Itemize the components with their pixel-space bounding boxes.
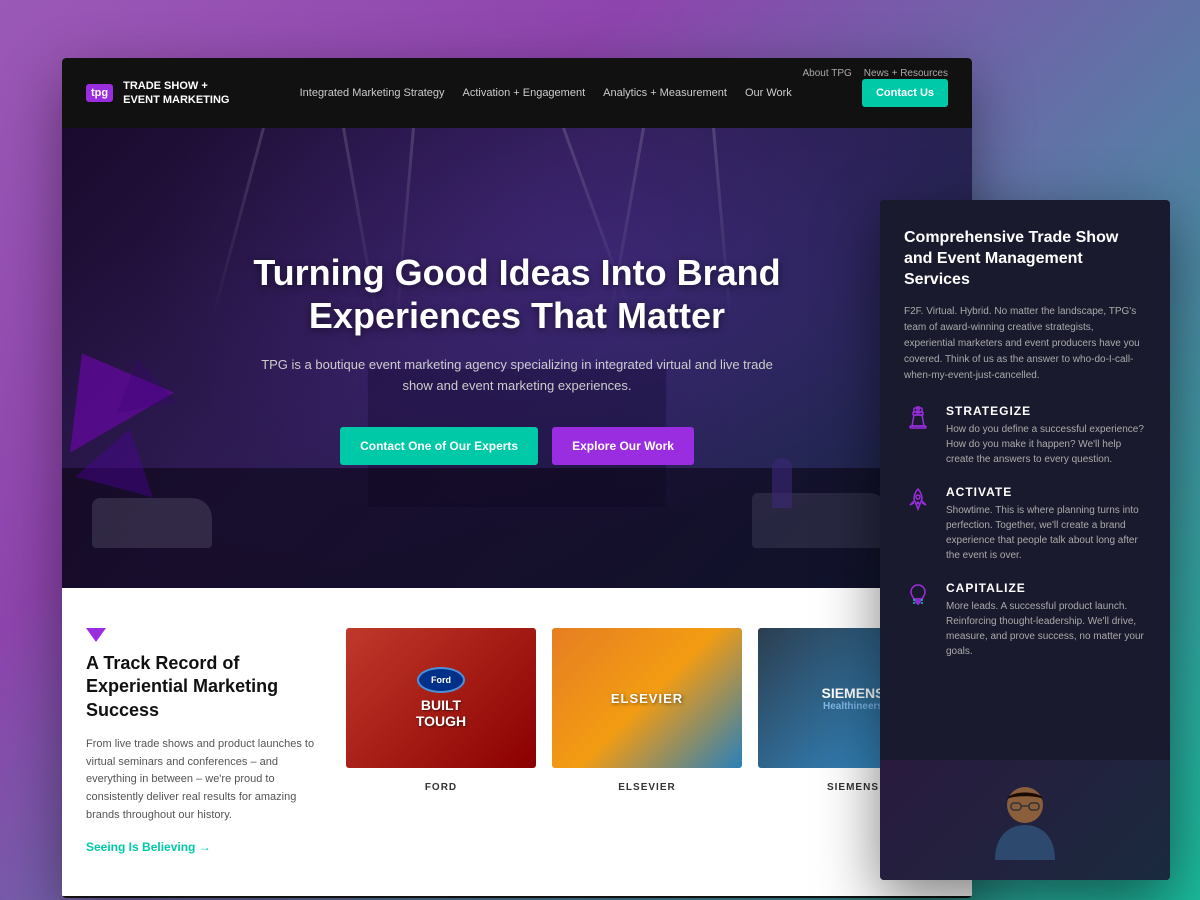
- siemens-brand-name: SIEMENS: [821, 685, 884, 701]
- capitalize-content: CAPITALIZE More leads. A successful prod…: [946, 581, 1146, 659]
- nav-link-marketing[interactable]: Integrated Marketing Strategy: [300, 87, 445, 99]
- rocket-icon: [904, 485, 932, 563]
- activate-content: ACTIVATE Showtime. This is where plannin…: [946, 485, 1146, 563]
- dark-bottom-bar: [62, 896, 972, 898]
- case-card-elsevier[interactable]: ELSEVIER ELSEVIER: [552, 628, 742, 856]
- elsevier-label: ELSEVIER: [618, 782, 675, 793]
- strategize-desc: How do you define a successful experienc…: [946, 422, 1146, 467]
- navigation-wrapper: About TPG News + Resources tpg TRADE SHO…: [62, 58, 972, 128]
- brand-name: TRADE SHOW + EVENT MARKETING: [123, 79, 229, 108]
- case-card-ford[interactable]: Ford BUILTTOUGH FORD: [346, 628, 536, 856]
- track-record-block: A Track Record of Experiential Marketing…: [86, 628, 326, 856]
- nav-link-ourwork[interactable]: Our Work: [745, 87, 792, 99]
- elsevier-text: ELSEVIER: [611, 691, 683, 706]
- track-record-title: A Track Record of Experiential Marketing…: [86, 652, 326, 722]
- logo-box: tpg: [86, 84, 113, 102]
- siemens-sub-name: Healthineers: [821, 701, 884, 712]
- lightbulb-icon: [904, 581, 932, 659]
- seeing-is-believing-link[interactable]: Seeing Is Believing →: [86, 840, 211, 854]
- track-record-desc: From live trade shows and product launch…: [86, 736, 326, 824]
- browser-window: About TPG News + Resources tpg TRADE SHO…: [62, 58, 972, 898]
- white-section: A Track Record of Experiential Marketing…: [62, 588, 972, 896]
- contact-us-button[interactable]: Contact Us: [862, 79, 948, 107]
- contact-experts-button[interactable]: Contact One of Our Experts: [340, 427, 538, 465]
- person-photo-svg: [975, 770, 1075, 870]
- nav-top-links: About TPG News + Resources: [803, 68, 949, 79]
- activate-svg: [906, 487, 930, 511]
- ford-tough-text: BUILTTOUGH: [416, 697, 466, 729]
- capitalize-name: CAPITALIZE: [946, 581, 1146, 595]
- activate-desc: Showtime. This is where planning turns i…: [946, 503, 1146, 563]
- nav-logo-area: tpg TRADE SHOW + EVENT MARKETING: [86, 79, 229, 108]
- hero-subtitle: TPG is a boutique event marketing agency…: [257, 355, 777, 397]
- nav-link-activation[interactable]: Activation + Engagement: [463, 87, 586, 99]
- siemens-brand-block: SIEMENS Healthineers: [821, 685, 884, 712]
- nav-links: Integrated Marketing Strategy Activation…: [300, 87, 792, 99]
- capitalize-desc: More leads. A successful product launch.…: [946, 599, 1146, 659]
- arrow-icon: [86, 628, 106, 642]
- capitalize-svg: [906, 583, 930, 607]
- explore-work-button[interactable]: Explore Our Work: [552, 427, 694, 465]
- hero-title: Turning Good Ideas Into Brand Experience…: [162, 251, 872, 337]
- service-activate: ACTIVATE Showtime. This is where plannin…: [904, 485, 1146, 563]
- elsevier-image: ELSEVIER: [552, 628, 742, 768]
- strategize-content: STRATEGIZE How do you define a successfu…: [946, 404, 1146, 467]
- about-tpg-link[interactable]: About TPG: [803, 68, 852, 79]
- strategize-name: STRATEGIZE: [946, 404, 1146, 418]
- activate-name: ACTIVATE: [946, 485, 1146, 499]
- ford-logo: Ford BUILTTOUGH: [416, 667, 466, 729]
- nav-link-analytics[interactable]: Analytics + Measurement: [603, 87, 727, 99]
- ford-label: FORD: [425, 782, 457, 793]
- ford-oval: Ford: [417, 667, 465, 693]
- service-capitalize: CAPITALIZE More leads. A successful prod…: [904, 581, 1146, 659]
- case-studies: Ford BUILTTOUGH FORD ELSEVIER ELSEVIER S…: [346, 628, 948, 856]
- siemens-label: SIEMENS: [827, 782, 879, 793]
- hero-section: Turning Good Ideas Into Brand Experience…: [62, 128, 972, 588]
- hero-buttons: Contact One of Our Experts Explore Our W…: [162, 427, 872, 465]
- hero-content: Turning Good Ideas Into Brand Experience…: [62, 251, 972, 465]
- ford-image: Ford BUILTTOUGH: [346, 628, 536, 768]
- side-panel-photo: [880, 760, 1170, 880]
- news-resources-link[interactable]: News + Resources: [864, 68, 948, 79]
- speaker-silhouette: [772, 458, 792, 508]
